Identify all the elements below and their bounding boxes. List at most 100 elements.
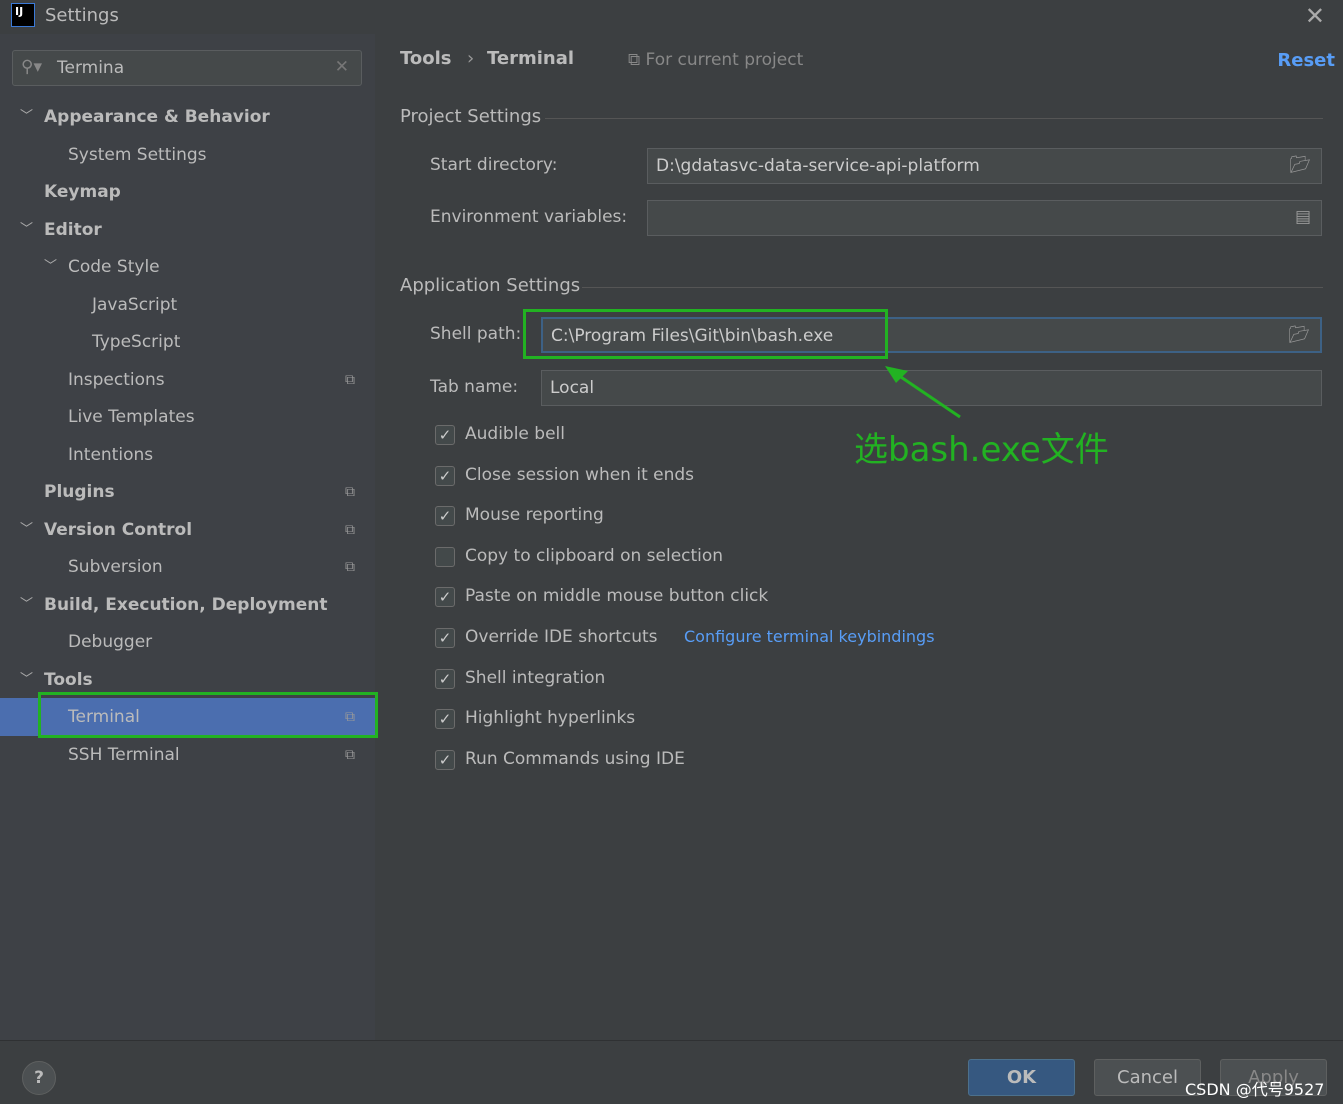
checkbox-box[interactable]: ✓ (435, 506, 455, 527)
sidebar-item-plugins[interactable]: Plugins ⧉ (0, 473, 375, 511)
project-scope-icon: ⧉ (345, 559, 355, 575)
breadcrumb-separator: › (467, 48, 475, 69)
chevron-down-icon[interactable]: ﹀ (44, 248, 57, 286)
checkbox-box[interactable]: ✓ (435, 628, 455, 648)
checkbox-box[interactable]: ✓ (435, 668, 455, 689)
sidebar-item-build-execution-deployment[interactable]: ﹀ Build, Execution, Deployment (0, 586, 375, 624)
shell-path-label: Shell path: (430, 324, 522, 344)
checkbox-label: Paste on middle mouse button click (465, 586, 769, 607)
sidebar-item-label: Live Templates (68, 407, 195, 427)
sidebar-item-keymap[interactable]: Keymap (0, 173, 375, 211)
sidebar-item-label: Subversion (68, 557, 163, 577)
sidebar-item-live-templates[interactable]: Live Templates (0, 398, 375, 436)
sidebar-item-label: Version Control (44, 519, 193, 540)
environment-variables-input[interactable]: ▤ (647, 200, 1322, 236)
sidebar-item-label: Debugger (68, 632, 153, 652)
clear-search-icon[interactable]: ✕ (335, 57, 349, 77)
sidebar-item-debugger[interactable]: Debugger (0, 623, 375, 661)
sidebar-item-label: TypeScript (92, 332, 181, 352)
sidebar-item-label: Inspections (68, 369, 165, 390)
sidebar-item-subversion[interactable]: Subversion ⧉ (0, 548, 375, 586)
close-icon[interactable]: ✕ (1305, 2, 1325, 30)
dialog-footer: ? OK Cancel Apply CSDN @代号9527 (0, 1040, 1343, 1104)
sidebar-item-label: Plugins (44, 482, 115, 502)
environment-variables-label: Environment variables: (430, 207, 628, 227)
start-directory-input[interactable]: D:\gdatasvc-data-service-api-platform 📂︎ (647, 148, 1322, 184)
search-icon: ⚲▾ (21, 57, 42, 77)
divider (545, 118, 1323, 119)
checkbox-label: Audible bell (465, 424, 565, 444)
sidebar-item-label: JavaScript (92, 294, 178, 315)
start-directory-value: D:\gdatasvc-data-service-api-platform (656, 156, 980, 176)
chevron-down-icon[interactable]: ﹀ (20, 211, 33, 249)
project-scope-icon: ⧉ (345, 521, 355, 538)
sidebar-item-label: Appearance & Behavior (44, 107, 270, 127)
edit-list-icon[interactable]: ▤ (1295, 207, 1311, 227)
checkbox-label: Highlight hyperlinks (465, 708, 636, 729)
sidebar-item-label: Keymap (44, 182, 121, 202)
checkbox-label: Override IDE shortcuts (465, 627, 658, 647)
tab-name-label: Tab name: (430, 377, 519, 397)
help-button[interactable]: ? (22, 1061, 56, 1095)
search-value: Termina (57, 58, 125, 78)
sidebar-item-inspections[interactable]: Inspections ⧉ (0, 361, 375, 399)
sidebar-item-version-control[interactable]: ﹀ Version Control ⧉ (0, 511, 375, 549)
sidebar-item-label: Editor (44, 219, 102, 240)
ok-button[interactable]: OK (968, 1059, 1075, 1096)
breadcrumb-terminal: Terminal (487, 48, 575, 69)
annotation-arrow (885, 366, 961, 419)
project-scope-icon: ⧉ (345, 371, 355, 388)
folder-icon[interactable]: 📂︎ (1288, 325, 1310, 345)
chevron-down-icon[interactable]: ﹀ (20, 98, 33, 136)
checkbox-box[interactable]: ✓ (435, 425, 455, 445)
annotation-text: 选bash.exe文件 (854, 430, 1109, 470)
sidebar-item-editor[interactable]: ﹀ Editor (0, 211, 375, 249)
reset-link[interactable]: Reset (1277, 50, 1335, 71)
checkbox-box[interactable]: ✓ (435, 587, 455, 608)
highlight-box-shell-path (523, 309, 888, 359)
checkbox-label: Close session when it ends (465, 464, 695, 485)
project-settings-heading: Project Settings (400, 106, 542, 127)
checkbox-label: Copy to clipboard on selection (465, 545, 724, 566)
sidebar-item-javascript[interactable]: JavaScript (0, 286, 375, 324)
sidebar-item-system-settings[interactable]: System Settings (0, 136, 375, 174)
tab-name-value: Local (550, 378, 595, 398)
configure-keybindings-link[interactable]: Configure terminal keybindings (684, 627, 935, 646)
checkbox-box[interactable]: ✓ (435, 709, 455, 730)
search-input[interactable]: ⚲▾ Termina ✕ (12, 50, 362, 86)
sidebar-item-label: System Settings (68, 144, 207, 165)
window-title: Settings (45, 5, 119, 26)
scope-label: ⧉ For current project (628, 50, 803, 70)
checkbox-label: Shell integration (465, 667, 606, 688)
watermark: CSDN @代号9527 (1185, 1080, 1325, 1099)
highlight-box-terminal (38, 692, 378, 738)
start-directory-label: Start directory: (430, 155, 558, 175)
settings-content: Tools › Terminal ⧉ For current project R… (375, 34, 1343, 1040)
application-settings-heading: Application Settings (400, 275, 581, 296)
sidebar-item-ssh-terminal[interactable]: SSH Terminal ⧉ (0, 736, 375, 774)
checkbox-box[interactable]: ✓ (435, 465, 455, 486)
sidebar-item-label: SSH Terminal (68, 744, 180, 765)
sidebar-item-appearance-behavior[interactable]: ﹀ Appearance & Behavior (0, 98, 375, 136)
project-scope-icon: ⧉ (345, 746, 355, 763)
copy-icon: ⧉ (628, 50, 646, 70)
project-scope-icon: ⧉ (345, 484, 355, 500)
chevron-down-icon[interactable]: ﹀ (20, 511, 33, 549)
breadcrumb-tools[interactable]: Tools (400, 48, 452, 69)
checkbox-label: Mouse reporting (465, 505, 604, 526)
folder-icon[interactable]: 📂︎ (1289, 155, 1311, 175)
sidebar-item-code-style[interactable]: ﹀ Code Style (0, 248, 375, 286)
divider (582, 287, 1323, 288)
checkbox-label: Run Commands using IDE (465, 748, 685, 769)
title-bar: IJ Settings ✕ (0, 0, 1343, 34)
chevron-down-icon[interactable]: ﹀ (20, 661, 33, 699)
sidebar-item-label: Build, Execution, Deployment (44, 594, 328, 615)
settings-sidebar: ⚲▾ Termina ✕ ﹀ Appearance & Behavior Syste… (0, 34, 378, 1040)
chevron-down-icon[interactable]: ﹀ (20, 586, 33, 624)
scope-text: For current project (645, 50, 804, 70)
app-logo-icon: IJ (11, 3, 35, 27)
checkbox-box[interactable]: ✓ (435, 749, 455, 770)
sidebar-item-intentions[interactable]: Intentions (0, 436, 375, 474)
sidebar-item-typescript[interactable]: TypeScript (0, 323, 375, 361)
checkbox-box[interactable] (435, 546, 455, 567)
